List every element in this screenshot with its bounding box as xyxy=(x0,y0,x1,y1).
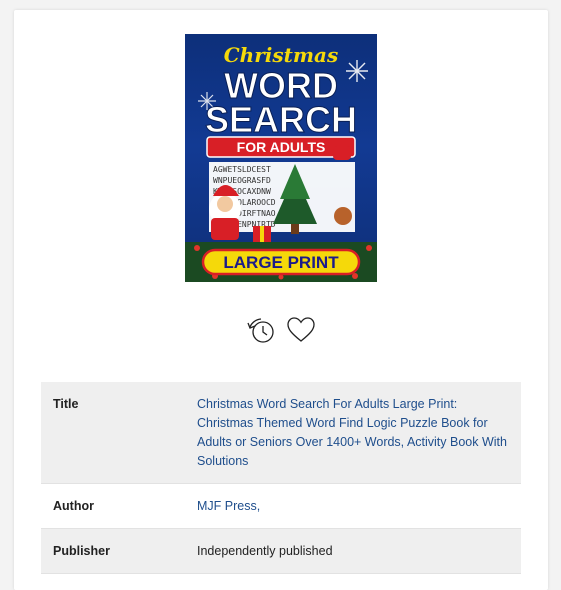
cover-artwork: Christmas WORD SEARCH FOR ADULTS AGWETSL… xyxy=(185,43,377,282)
cover-script-title: Christmas xyxy=(224,43,338,67)
book-details-table: Title Christmas Word Search For Adults L… xyxy=(41,382,521,574)
details-value: MJF Press, xyxy=(184,484,521,529)
book-cover-image[interactable]: Christmas WORD SEARCH FOR ADULTS AGWETSL… xyxy=(185,34,377,282)
svg-text:AGWETSLDCEST: AGWETSLDCEST xyxy=(213,165,271,174)
details-label: Title xyxy=(53,397,79,411)
details-row-author: Author MJF Press, xyxy=(41,484,521,529)
mitten-icon xyxy=(333,146,351,160)
details-row-publisher: Publisher Independently published xyxy=(41,528,521,574)
svg-text:WNPUEOGRASFD: WNPUEOGRASFD xyxy=(213,176,271,185)
details-label: Author xyxy=(53,499,94,513)
book-actions xyxy=(14,314,548,346)
snowflake-icon xyxy=(346,60,368,82)
title-link[interactable]: Christmas Word Search For Adults Large P… xyxy=(197,397,507,468)
wishlist-button[interactable] xyxy=(285,314,317,346)
details-label: Publisher xyxy=(53,544,110,558)
heart-icon xyxy=(287,317,315,342)
author-link[interactable]: MJF Press, xyxy=(197,499,260,513)
cover-banner-text: FOR ADULTS xyxy=(237,139,326,155)
cover-search: SEARCH xyxy=(205,99,357,140)
history-clock-icon xyxy=(247,318,274,343)
book-detail-card: Christmas WORD SEARCH FOR ADULTS AGWETSL… xyxy=(14,10,548,590)
cover-footer-text: LARGE PRINT xyxy=(223,253,339,272)
reindeer-icon xyxy=(334,207,352,225)
details-row-title: Title Christmas Word Search For Adults L… xyxy=(41,382,521,484)
details-value: Christmas Word Search For Adults Large P… xyxy=(184,382,521,484)
history-button[interactable] xyxy=(245,314,277,346)
publisher-value: Independently published xyxy=(197,544,333,558)
